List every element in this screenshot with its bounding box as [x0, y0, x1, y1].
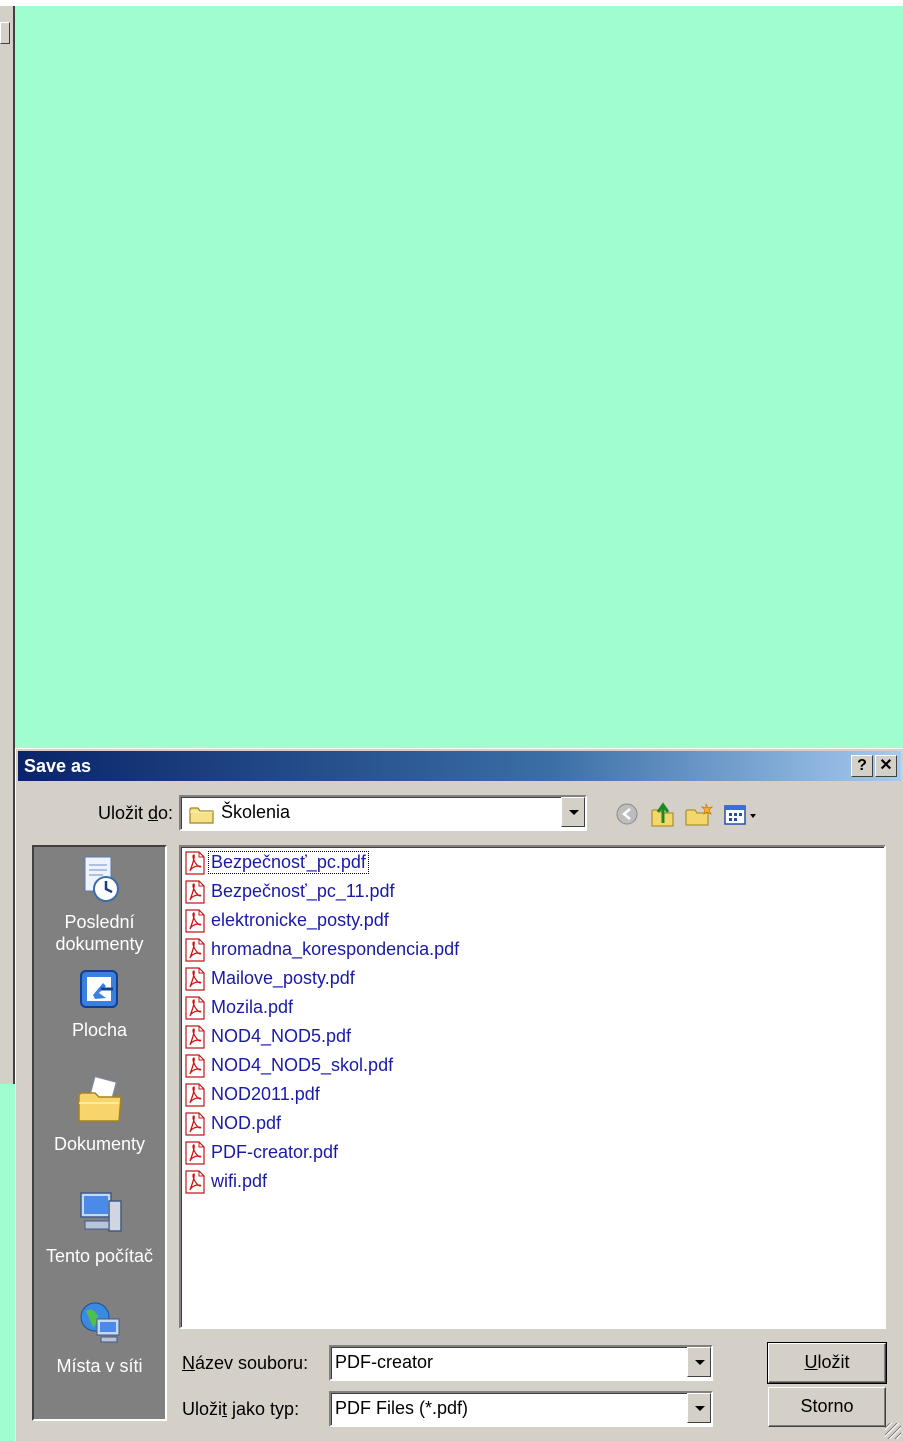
save-in-value: Školenia — [221, 802, 291, 822]
close-button[interactable]: ✕ — [875, 755, 897, 777]
close-icon: ✕ — [879, 757, 893, 774]
recent-documents-icon — [84, 856, 119, 902]
save-in-label: Uložit do: — [98, 803, 174, 823]
cancel-button[interactable]: Storno — [768, 1387, 886, 1427]
background-window-edge — [0, 0, 903, 6]
dialog-title: Save as — [24, 756, 92, 776]
file-item[interactable]: Bezpečnosť_pc.pdf — [183, 849, 369, 876]
file-item[interactable]: Mozila.pdf — [183, 994, 295, 1021]
file-name-value: PDF-creator — [335, 1352, 434, 1372]
places-bar: Poslední dokumenty Plocha Dokumenty Tent… — [32, 845, 167, 1421]
file-item[interactable]: elektronicke_posty.pdf — [183, 907, 391, 934]
pdf-file-icon — [185, 908, 205, 933]
place-network-places[interactable]: Místa v síti — [34, 1297, 165, 1377]
place-my-computer[interactable]: Tento počítač — [34, 1187, 165, 1267]
file-item[interactable]: NOD2011.pdf — [183, 1081, 322, 1108]
pdf-file-icon — [185, 1053, 205, 1078]
file-item[interactable]: wifi.pdf — [183, 1168, 269, 1195]
file-type-value: PDF Files (*.pdf) — [335, 1398, 469, 1418]
pdf-file-icon — [185, 850, 205, 875]
file-type-dropdown[interactable]: PDF Files (*.pdf) — [329, 1391, 713, 1427]
background-window-button[interactable] — [0, 22, 10, 44]
file-item[interactable]: NOD.pdf — [183, 1110, 283, 1137]
file-item[interactable]: NOD4_NOD5_skol.pdf — [183, 1052, 395, 1079]
my-documents-icon — [77, 1076, 122, 1122]
file-type-dropdown-arrow[interactable] — [687, 1393, 711, 1423]
file-name: Mailove_posty.pdf — [211, 968, 355, 988]
place-label: Místa v síti — [56, 1356, 143, 1376]
file-name: NOD4_NOD5.pdf — [211, 1026, 352, 1046]
pdf-file-icon — [185, 966, 205, 991]
place-recent-documents[interactable]: Poslední dokumenty — [34, 853, 165, 955]
my-computer-icon — [79, 1192, 122, 1232]
file-name: wifi.pdf — [211, 1171, 268, 1191]
file-list[interactable]: Bezpečnosť_pc.pdf Bezpečnosť_pc_11.pdfele… — [179, 845, 886, 1329]
file-item[interactable]: PDF-creator.pdf — [183, 1139, 340, 1166]
place-label: Tento počítač — [45, 1246, 154, 1266]
file-name: Bezpečnosť_pc_11.pdf — [211, 881, 395, 901]
place-label: Poslední dokumenty — [55, 912, 144, 954]
file-name: Bezpečnosť_pc.pdf — [208, 851, 369, 874]
file-name: NOD.pdf — [211, 1113, 282, 1133]
file-name-field[interactable]: PDF-creator — [329, 1345, 713, 1381]
place-label: Plocha — [71, 1020, 128, 1040]
file-item[interactable]: Mailove_posty.pdf — [183, 965, 357, 992]
pdf-file-icon — [185, 1111, 205, 1136]
file-name: elektronicke_posty.pdf — [211, 910, 389, 930]
save-button[interactable]: Uložit — [767, 1342, 887, 1384]
place-label: Dokumenty — [53, 1134, 146, 1154]
save-in-dropdown-arrow[interactable] — [561, 797, 585, 827]
back-icon[interactable] — [614, 801, 640, 827]
file-name: hromadna_korespondencia.pdf — [211, 939, 460, 959]
pdf-file-icon — [185, 1169, 205, 1194]
pdf-file-icon — [185, 1082, 205, 1107]
file-item[interactable]: Bezpečnosť_pc_11.pdf — [183, 878, 397, 905]
save-as-dialog: Save as ? ✕ Uložit do: Školenia Poslední… — [15, 748, 903, 1441]
file-name: NOD2011.pdf — [211, 1084, 320, 1104]
pdf-file-icon — [185, 1024, 205, 1049]
file-item[interactable]: NOD4_NOD5.pdf — [183, 1023, 353, 1050]
up-folder-icon[interactable] — [649, 801, 677, 829]
network-places-icon — [80, 1302, 119, 1343]
place-desktop[interactable]: Plocha — [34, 965, 165, 1041]
resize-grip[interactable] — [885, 1423, 901, 1439]
views-menu-icon[interactable] — [723, 801, 763, 829]
file-name-dropdown-arrow[interactable] — [687, 1347, 711, 1377]
background-window-frame — [0, 6, 15, 1084]
file-name: Mozila.pdf — [211, 997, 294, 1017]
file-type-label: Uložit jako typ: — [182, 1399, 300, 1419]
help-button[interactable]: ? — [851, 755, 873, 777]
desktop-icon — [79, 970, 118, 1008]
file-name-label: Název souboru: — [182, 1353, 309, 1373]
file-name: NOD4_NOD5_skol.pdf — [211, 1055, 394, 1075]
save-in-dropdown[interactable]: Školenia — [179, 795, 587, 831]
file-item[interactable]: hromadna_korespondencia.pdf — [183, 936, 461, 963]
file-name: PDF-creator.pdf — [211, 1142, 339, 1162]
pdf-file-icon — [185, 995, 205, 1020]
pdf-file-icon — [185, 1140, 205, 1165]
folder-icon — [189, 807, 214, 824]
new-folder-icon[interactable] — [684, 801, 714, 829]
pdf-file-icon — [185, 879, 205, 904]
pdf-file-icon — [185, 937, 205, 962]
place-my-documents[interactable]: Dokumenty — [34, 1075, 165, 1155]
title-bar[interactable]: Save as ? ✕ — [18, 751, 901, 781]
